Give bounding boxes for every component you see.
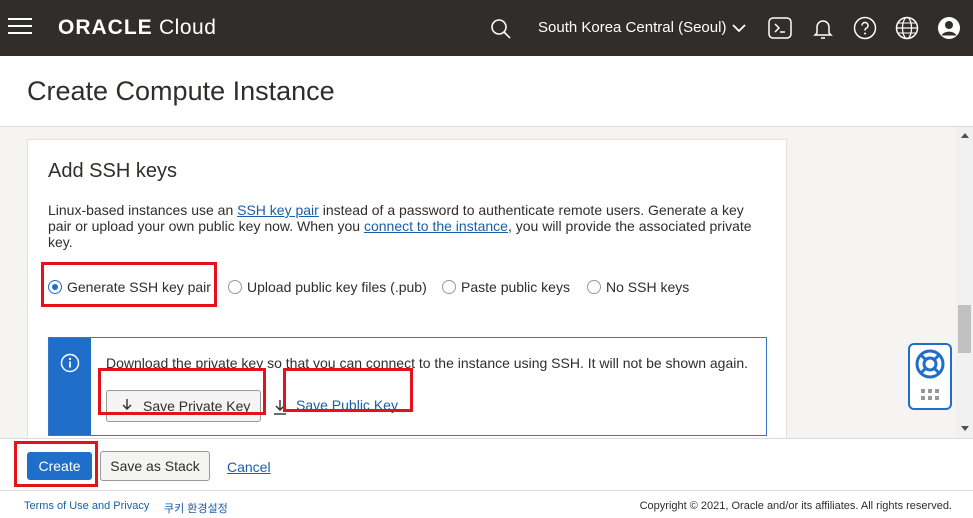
search-icon[interactable] — [490, 18, 512, 40]
info-bar — [49, 338, 91, 435]
download-icon — [274, 400, 286, 415]
terms-privacy-link[interactable]: Terms of Use and Privacy — [24, 500, 149, 512]
scrollbar[interactable] — [956, 127, 973, 438]
info-text: Download the private key so that you can… — [106, 355, 749, 371]
top-navigation-bar: ORACLE Cloud South Korea Central (Seoul) — [0, 0, 973, 56]
radio-no-ssh-keys[interactable]: No SSH keys — [587, 279, 689, 295]
create-button[interactable]: Create — [27, 452, 92, 480]
radio-generate-ssh-key-pair[interactable]: Generate SSH key pair — [48, 279, 211, 295]
radio-upload-public-key[interactable]: Upload public key files (.pub) — [228, 279, 427, 295]
radio-indicator — [442, 280, 456, 294]
bell-icon[interactable] — [811, 16, 835, 40]
scroll-up-arrow-icon[interactable] — [961, 133, 969, 138]
user-avatar-icon[interactable] — [937, 16, 961, 40]
save-as-stack-button[interactable]: Save as Stack — [100, 451, 210, 481]
menu-icon[interactable] — [8, 18, 32, 36]
info-message-box: Download the private key so that you can… — [48, 337, 767, 436]
page-title: Create Compute Instance — [27, 76, 335, 106]
radio-indicator — [587, 280, 601, 294]
form-scroll-area: Add SSH keys Linux-based instances use a… — [0, 127, 973, 438]
cloud-shell-icon[interactable] — [768, 16, 792, 40]
help-widget-button[interactable] — [908, 343, 952, 410]
radio-indicator — [228, 280, 242, 294]
scrollbar-thumb[interactable] — [958, 305, 971, 353]
save-private-key-button[interactable]: Save Private Key — [106, 390, 261, 422]
cookie-preferences-link[interactable]: 쿠키 환경설정 — [164, 500, 228, 516]
section-title: Add SSH keys — [48, 160, 177, 182]
radio-paste-public-keys[interactable]: Paste public keys — [442, 279, 570, 295]
region-selector[interactable]: South Korea Central (Seoul) — [538, 19, 726, 36]
connect-to-instance-link[interactable]: connect to the instance — [364, 218, 508, 234]
form-actions-bar: Create Save as Stack Cancel — [0, 438, 973, 490]
globe-icon[interactable] — [895, 16, 919, 40]
lifebuoy-icon — [915, 349, 945, 400]
oracle-cloud-logo[interactable]: ORACLE Cloud — [58, 16, 216, 40]
info-icon — [60, 353, 80, 373]
ssh-keys-card: Add SSH keys Linux-based instances use a… — [27, 139, 787, 438]
help-icon[interactable] — [853, 16, 877, 40]
copyright-text: Copyright © 2021, Oracle and/or its affi… — [639, 500, 952, 512]
chevron-down-icon[interactable] — [731, 20, 747, 36]
page-header: Create Compute Instance — [0, 56, 973, 127]
scroll-down-arrow-icon[interactable] — [961, 426, 969, 431]
page-footer: Terms of Use and Privacy 쿠키 환경설정 Copyrig… — [0, 490, 973, 518]
ssh-key-pair-link[interactable]: SSH key pair — [237, 202, 319, 218]
ssh-description: Linux-based instances use an SSH key pai… — [48, 202, 752, 250]
cancel-link[interactable]: Cancel — [227, 459, 271, 475]
save-public-key-link[interactable]: Save Public Key — [296, 397, 398, 413]
radio-selected-indicator — [48, 280, 62, 294]
download-icon — [121, 399, 133, 414]
